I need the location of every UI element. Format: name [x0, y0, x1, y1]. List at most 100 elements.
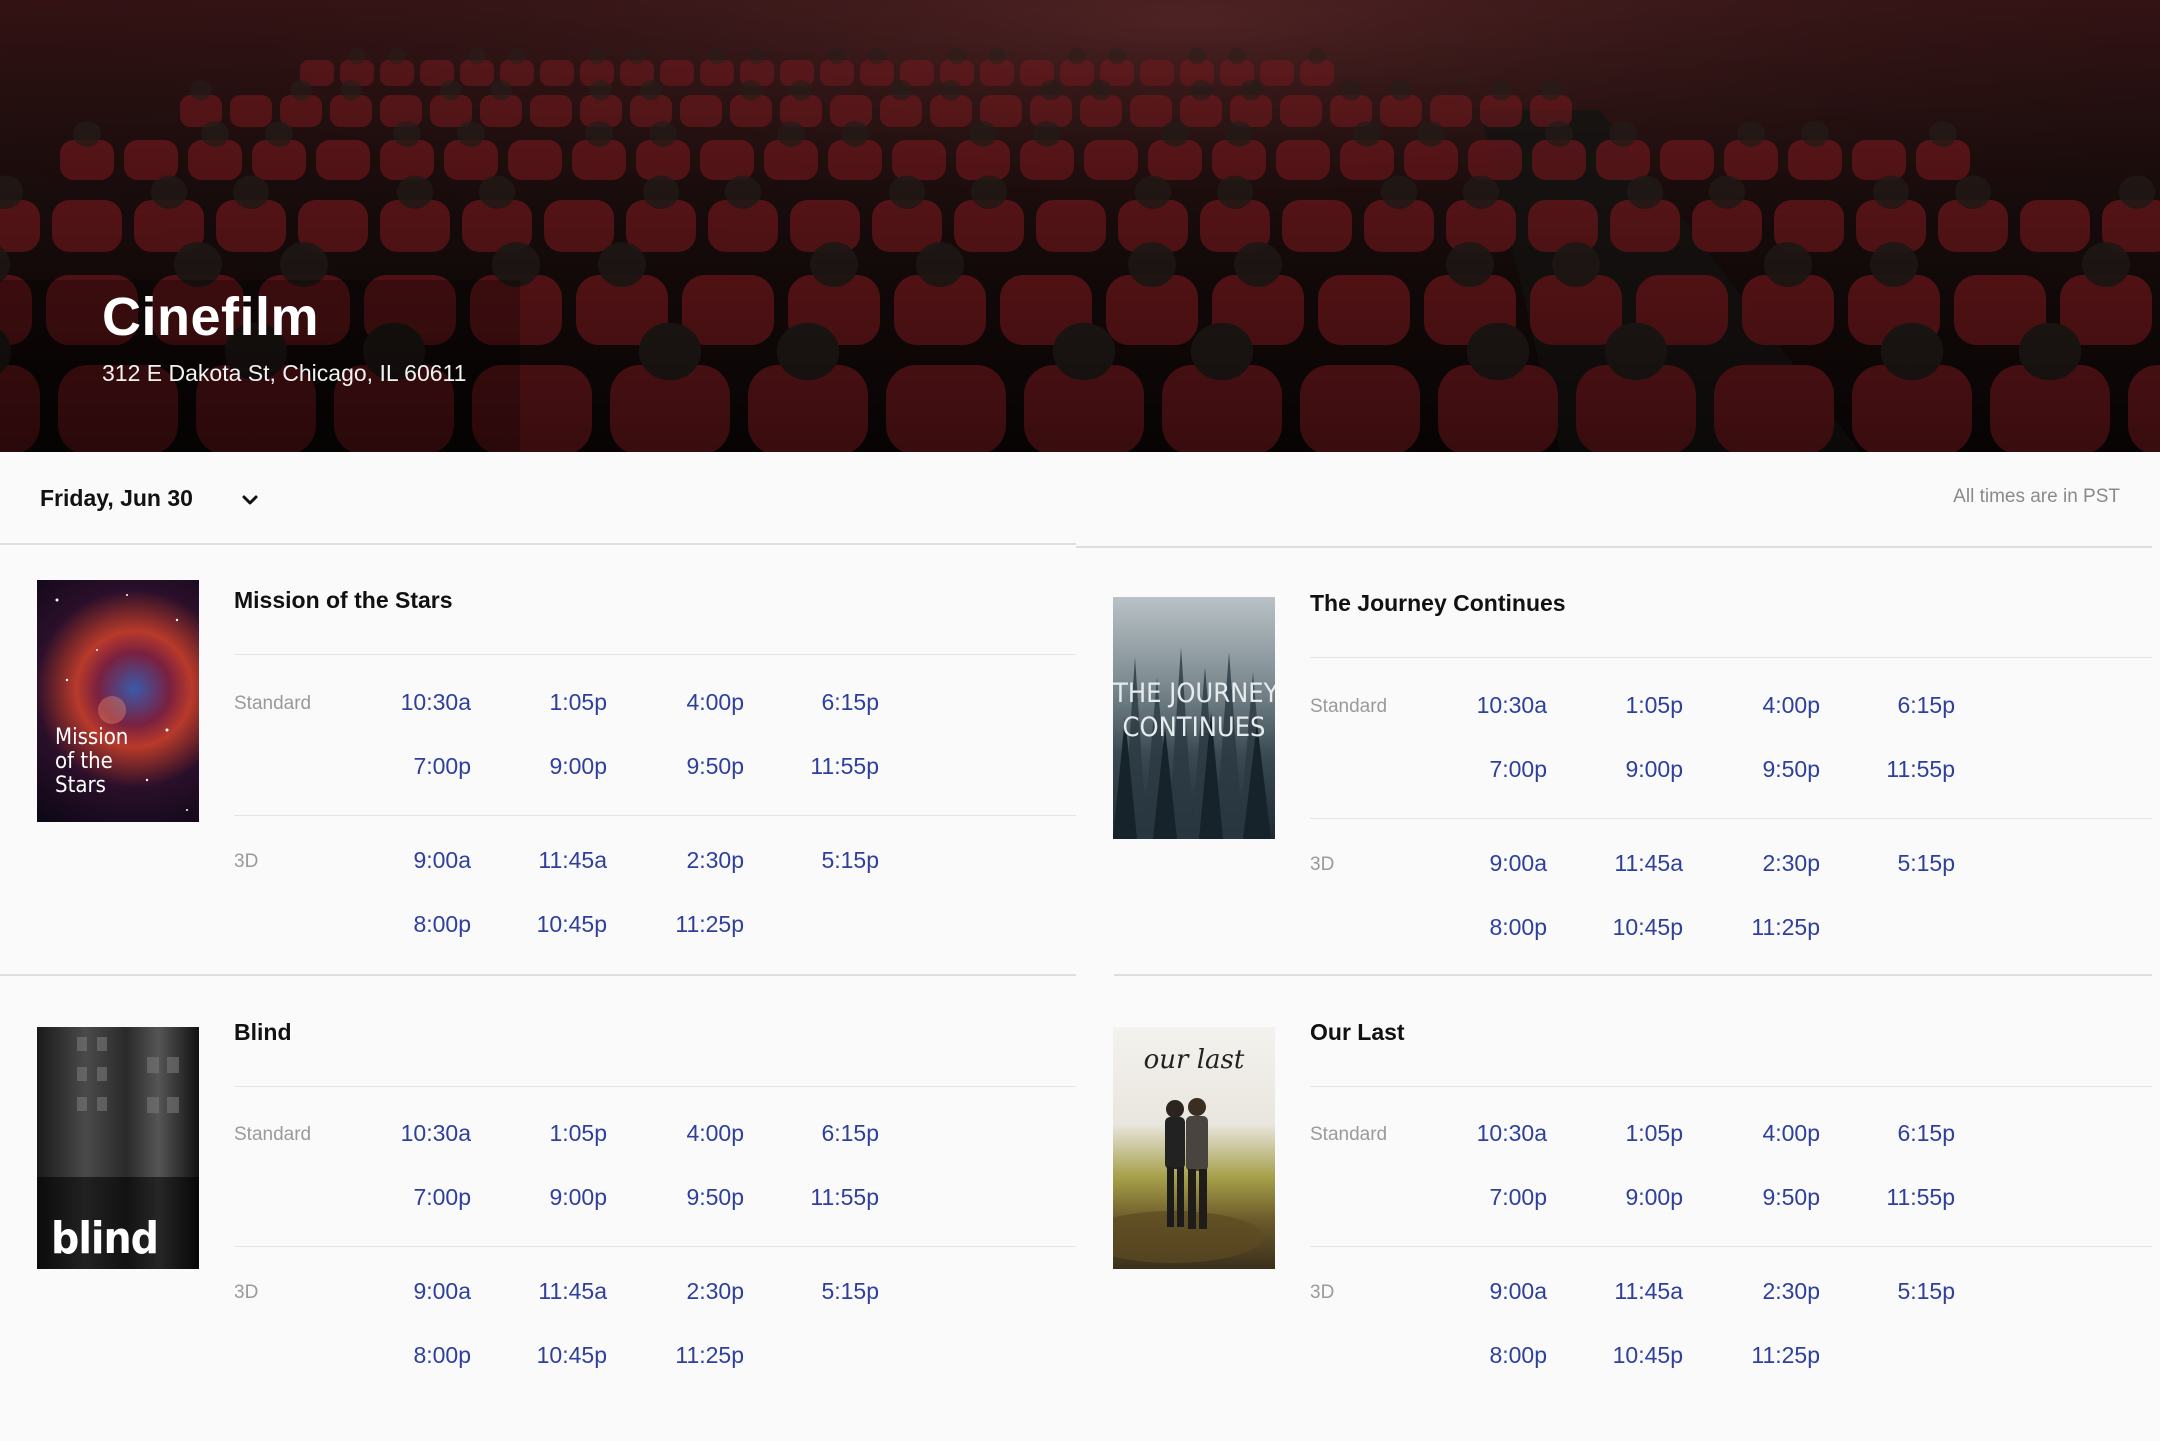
showtime-standard-button[interactable]: 11:55p — [769, 753, 879, 780]
divider — [1310, 1246, 2152, 1247]
divider — [1310, 818, 2152, 819]
movie-title[interactable]: The Journey Continues — [1310, 590, 1566, 617]
showtime-3d-button[interactable]: 8:00p — [361, 1342, 471, 1369]
showtime-3d-button[interactable]: 9:00a — [1437, 1278, 1547, 1305]
date-dropdown-value: Friday, Jun 30 — [40, 484, 193, 511]
showtime-standard-button[interactable]: 9:50p — [1710, 1184, 1820, 1211]
timezone-note: All times are in PST — [1953, 486, 2120, 507]
divider — [1310, 657, 2152, 658]
showtime-3d-button[interactable]: 9:00a — [361, 1278, 471, 1305]
movie-card: blind Blind Standard 3D 10:30a 1:05p 4:00p… — [0, 974, 1076, 1404]
showtime-standard-button[interactable]: 4:00p — [634, 689, 744, 716]
movie-poster[interactable]: blind — [37, 1027, 199, 1269]
showtime-standard-button[interactable]: 1:05p — [497, 689, 607, 716]
showtime-3d-button[interactable]: 11:45a — [497, 847, 607, 874]
movie-title[interactable]: Mission of the Stars — [234, 587, 453, 614]
showtime-3d-button[interactable]: 11:45a — [1573, 850, 1683, 877]
showtime-3d-button[interactable]: 10:45p — [497, 1342, 607, 1369]
movie-poster[interactable]: our last — [1113, 1027, 1275, 1269]
showtime-3d-button[interactable]: 11:45a — [1573, 1278, 1683, 1305]
showtime-standard-button[interactable]: 11:55p — [769, 1184, 879, 1211]
showtime-3d-button[interactable]: 11:25p — [634, 1342, 744, 1369]
hero-banner: Cinefilm 312 E Dakota St, Chicago, IL 60… — [0, 0, 2160, 452]
showtime-3d-button[interactable]: 5:15p — [769, 847, 879, 874]
divider — [234, 1246, 1076, 1247]
movie-title[interactable]: Our Last — [1310, 1019, 1405, 1046]
showtime-3d-button[interactable]: 2:30p — [1710, 1278, 1820, 1305]
movie-card: our last Our Last Standard 3D 10:30a 1:05… — [1076, 974, 2152, 1404]
divider — [234, 815, 1076, 816]
format-label-3d: 3D — [234, 1282, 259, 1303]
showtime-3d-button[interactable]: 8:00p — [361, 911, 471, 938]
theater-name: Cinefilm — [102, 287, 320, 347]
date-dropdown[interactable]: Friday, Jun 30 — [40, 476, 258, 520]
showtime-3d-button[interactable]: 10:45p — [497, 911, 607, 938]
showtime-3d-button[interactable]: 11:25p — [634, 911, 744, 938]
showtime-3d-button[interactable]: 9:00a — [1437, 850, 1547, 877]
showtime-standard-button[interactable]: 7:00p — [1437, 756, 1547, 783]
showtime-3d-button[interactable]: 2:30p — [634, 847, 744, 874]
showtime-standard-button[interactable]: 10:30a — [1437, 1120, 1547, 1147]
showtime-3d-button[interactable]: 8:00p — [1437, 914, 1547, 941]
showtime-3d-button[interactable]: 10:45p — [1573, 1342, 1683, 1369]
showtime-standard-button[interactable]: 4:00p — [634, 1120, 744, 1147]
showtime-3d-button[interactable]: 11:25p — [1710, 914, 1820, 941]
poster-title-text: our last — [1143, 1045, 1245, 1075]
showtime-standard-button[interactable]: 9:50p — [634, 753, 744, 780]
showtime-standard-button[interactable]: 6:15p — [769, 1120, 879, 1147]
divider — [0, 543, 1076, 545]
showtime-standard-button[interactable]: 10:30a — [361, 1120, 471, 1147]
divider — [1310, 1086, 2152, 1087]
movie-card: THE JOURNEY CONTINUES The Journey Contin… — [1076, 546, 2152, 976]
format-label-standard: Standard — [234, 693, 312, 714]
poster-title-text: blind — [51, 1213, 159, 1264]
showtime-standard-button[interactable]: 9:00p — [1573, 756, 1683, 783]
date-bar: Friday, Jun 30 All times are in PST — [0, 452, 2160, 544]
showtime-standard-button[interactable]: 4:00p — [1710, 1120, 1820, 1147]
divider — [1114, 974, 2152, 976]
showtime-standard-button[interactable]: 10:30a — [1437, 692, 1547, 719]
movie-title[interactable]: Blind — [234, 1019, 292, 1046]
showtime-standard-button[interactable]: 6:15p — [1845, 1120, 1955, 1147]
showtime-3d-button[interactable]: 10:45p — [1573, 914, 1683, 941]
showtime-standard-button[interactable]: 6:15p — [769, 689, 879, 716]
showtime-3d-button[interactable]: 5:15p — [769, 1278, 879, 1305]
showtime-standard-button[interactable]: 7:00p — [361, 753, 471, 780]
showtime-standard-button[interactable]: 7:00p — [361, 1184, 471, 1211]
showtime-standard-button[interactable]: 1:05p — [1573, 1120, 1683, 1147]
showtime-standard-button[interactable]: 9:50p — [1710, 756, 1820, 783]
showtime-standard-button[interactable]: 9:50p — [634, 1184, 744, 1211]
divider — [234, 1086, 1076, 1087]
format-label-3d: 3D — [234, 851, 259, 872]
divider — [1076, 546, 2152, 548]
divider — [0, 974, 1076, 976]
showtime-standard-button[interactable]: 6:15p — [1845, 692, 1955, 719]
showtime-3d-button[interactable]: 5:15p — [1845, 850, 1955, 877]
showtime-standard-button[interactable]: 1:05p — [1573, 692, 1683, 719]
showtime-3d-button[interactable]: 11:45a — [497, 1278, 607, 1305]
theater-address: 312 E Dakota St, Chicago, IL 60611 — [102, 360, 467, 386]
chevron-down-icon — [242, 495, 258, 505]
movie-poster[interactable]: Mission of the Stars — [37, 580, 199, 822]
showtime-3d-button[interactable]: 8:00p — [1437, 1342, 1547, 1369]
showtime-standard-button[interactable]: 10:30a — [361, 689, 471, 716]
showtime-standard-button[interactable]: 11:55p — [1845, 1184, 1955, 1211]
showtime-standard-button[interactable]: 1:05p — [497, 1120, 607, 1147]
showtime-standard-button[interactable]: 9:00p — [497, 753, 607, 780]
format-label-standard: Standard — [1310, 1124, 1388, 1145]
format-label-standard: Standard — [234, 1124, 312, 1145]
showtime-3d-button[interactable]: 2:30p — [634, 1278, 744, 1305]
showtime-standard-button[interactable]: 7:00p — [1437, 1184, 1547, 1211]
movie-poster[interactable]: THE JOURNEY CONTINUES — [1113, 597, 1275, 839]
divider — [234, 654, 1076, 655]
showtime-3d-button[interactable]: 9:00a — [361, 847, 471, 874]
showtime-standard-button[interactable]: 9:00p — [497, 1184, 607, 1211]
showtime-standard-button[interactable]: 11:55p — [1845, 756, 1955, 783]
showtime-3d-button[interactable]: 2:30p — [1710, 850, 1820, 877]
showtime-3d-button[interactable]: 11:25p — [1710, 1342, 1820, 1369]
showtime-standard-button[interactable]: 9:00p — [1573, 1184, 1683, 1211]
poster-title-text: Mission of the Stars — [55, 725, 129, 798]
showtime-3d-button[interactable]: 5:15p — [1845, 1278, 1955, 1305]
showtime-standard-button[interactable]: 4:00p — [1710, 692, 1820, 719]
format-label-3d: 3D — [1310, 854, 1335, 875]
